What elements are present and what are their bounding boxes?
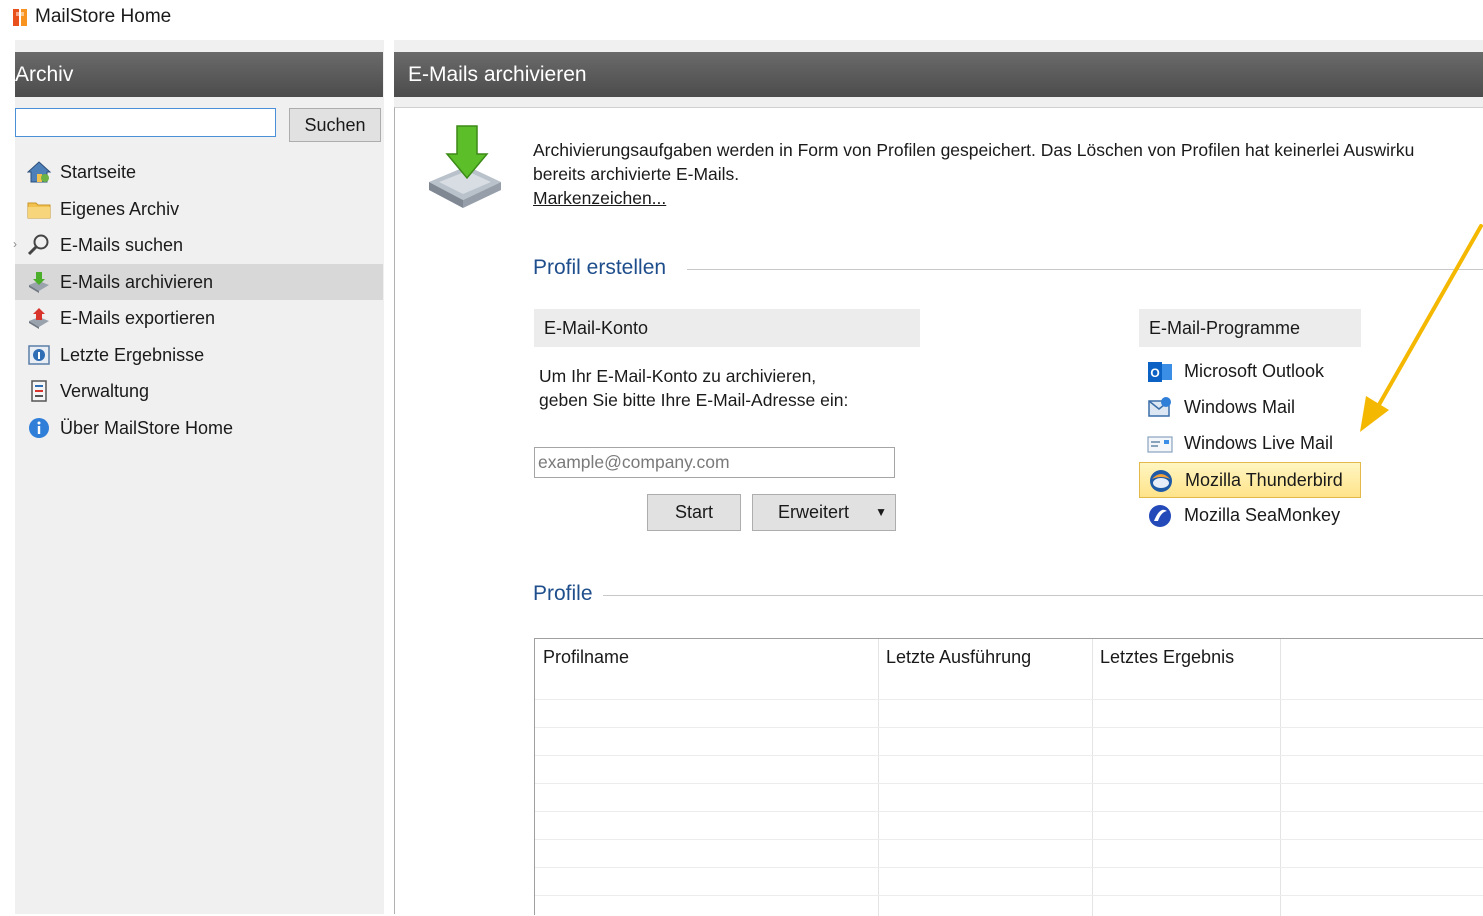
info-icon [29, 417, 49, 438]
sidebar-item-label: E-Mails exportieren [60, 308, 216, 328]
folder-icon [27, 202, 51, 218]
program-windows-mail[interactable]: Windows Mail [1139, 390, 1339, 426]
start-button[interactable]: Start [647, 494, 741, 531]
section-divider [687, 269, 1483, 270]
table-row [535, 839, 1483, 840]
main-content: Archivierungsaufgaben werden in Form von… [394, 107, 1483, 916]
column-header-profilname[interactable]: Profilname [535, 639, 878, 676]
page-title: E-Mails archivieren [394, 52, 1483, 97]
archive-download-icon [29, 271, 49, 293]
sidebar-header: Archiv [15, 52, 383, 97]
sidebar-item-eigenes-archiv[interactable]: Eigenes Archiv [15, 191, 383, 228]
intro-line: bereits archivierte E-Mails. [533, 164, 740, 184]
program-label: Windows Live Mail [1184, 433, 1334, 453]
chevron-down-icon: ▼ [875, 505, 887, 519]
account-instructions: Um Ihr E-Mail-Konto zu archivieren, gebe… [539, 364, 848, 412]
profiles-title: Profile [533, 582, 593, 605]
program-label: Mozilla Thunderbird [1185, 470, 1343, 490]
table-row [535, 699, 1483, 700]
sidebar-item-ueber-mailstore[interactable]: Über MailStore Home [15, 410, 383, 447]
mailstore-logo-icon [13, 9, 27, 26]
table-row [535, 755, 1483, 756]
search-input[interactable] [15, 108, 276, 137]
advanced-label: Erweitert [778, 502, 850, 522]
column-header-letztes-ergebnis[interactable]: Letztes Ergebnis [1092, 639, 1280, 676]
table-row [535, 727, 1483, 728]
magnifier-icon [27, 234, 49, 256]
email-field[interactable]: example@company.com [534, 447, 895, 478]
sidebar-item-label: Letzte Ergebnisse [60, 344, 205, 365]
program-label: Mozilla SeaMonkey [1184, 505, 1341, 525]
title-bar: MailStore Home [0, 0, 1483, 40]
search-button[interactable]: Suchen [289, 108, 381, 142]
administration-icon [31, 380, 47, 402]
results-icon [28, 344, 50, 365]
profiles-table[interactable]: Profilname Letzte Ausführung Letztes Erg… [534, 638, 1483, 916]
window-title: MailStore Home [35, 6, 172, 27]
sidebar-item-label: E-Mails archivieren [60, 271, 214, 292]
column-header-letzte-ausfuehrung[interactable]: Letzte Ausführung [878, 639, 1092, 676]
outlook-icon: O [1148, 362, 1172, 382]
sidebar: Archiv Suchen Startseite Eigenes Archiv … [13, 40, 394, 914]
advanced-button[interactable]: Erweitert ▼ [752, 494, 896, 531]
sidebar-item-label: E-Mails suchen [60, 235, 184, 255]
instruction-line: Um Ihr E-Mail-Konto zu archivieren, [539, 366, 817, 386]
sidebar-item-label: Verwaltung [60, 381, 150, 401]
sidebar-item-startseite[interactable]: Startseite [15, 154, 383, 191]
home-icon [27, 161, 51, 183]
section-divider [603, 595, 1483, 596]
archive-download-icon [429, 125, 501, 208]
sidebar-nav: Startseite Eigenes Archiv › E-Mails such… [13, 154, 383, 447]
table-row [535, 895, 1483, 896]
intro-text: Archivierungsaufgaben werden in Form von… [533, 138, 1483, 186]
sidebar-item-letzte-ergebnisse[interactable]: Letzte Ergebnisse [15, 337, 383, 374]
expand-arrow-icon[interactable]: › [13, 226, 17, 262]
column-separator [1092, 639, 1093, 916]
export-icon [29, 308, 49, 329]
program-label: Microsoft Outlook [1184, 361, 1325, 381]
program-windows-live-mail[interactable]: Windows Live Mail [1139, 426, 1359, 462]
sidebar-item-label: Über MailStore Home [60, 417, 234, 438]
program-mozilla-seamonkey[interactable]: Mozilla SeaMonkey [1139, 498, 1359, 534]
email-programs-header: E-Mail-Programme [1139, 309, 1361, 347]
windows-mail-icon [1148, 397, 1171, 417]
sidebar-item-label: Startseite [60, 162, 137, 182]
sidebar-item-label: Eigenes Archiv [60, 198, 180, 219]
intro-line: Archivierungsaufgaben werden in Form von… [533, 140, 1415, 160]
pane-splitter[interactable] [384, 40, 394, 914]
windows-live-mail-icon [1147, 436, 1173, 453]
column-header-empty[interactable] [1280, 639, 1483, 676]
sidebar-item-e-mails-suchen[interactable]: › E-Mails suchen [13, 226, 383, 264]
create-profile-title: Profil erstellen [533, 256, 667, 279]
thunderbird-icon [1150, 470, 1172, 492]
column-separator [1280, 639, 1281, 916]
table-row [535, 811, 1483, 812]
email-account-header: E-Mail-Konto [534, 309, 920, 347]
sidebar-item-verwaltung[interactable]: Verwaltung [15, 373, 383, 410]
instruction-line: geben Sie bitte Ihre E-Mail-Adresse ein: [539, 390, 849, 410]
program-mozilla-thunderbird[interactable]: Mozilla Thunderbird [1139, 462, 1361, 498]
trademark-link[interactable]: Markenzeichen... [533, 188, 666, 209]
seamonkey-icon [1149, 505, 1171, 527]
table-row [535, 867, 1483, 868]
sidebar-item-e-mails-archivieren[interactable]: E-Mails archivieren [15, 263, 383, 300]
program-label: Windows Mail [1184, 397, 1296, 417]
table-row [535, 783, 1483, 784]
program-microsoft-outlook[interactable]: O Microsoft Outlook [1139, 354, 1339, 390]
column-separator [878, 639, 879, 916]
svg-text:O: O [1150, 366, 1159, 380]
sidebar-item-e-mails-exportieren[interactable]: E-Mails exportieren [15, 300, 383, 337]
main-panel: E-Mails archivieren Archivierungsaufgabe… [394, 40, 1483, 916]
